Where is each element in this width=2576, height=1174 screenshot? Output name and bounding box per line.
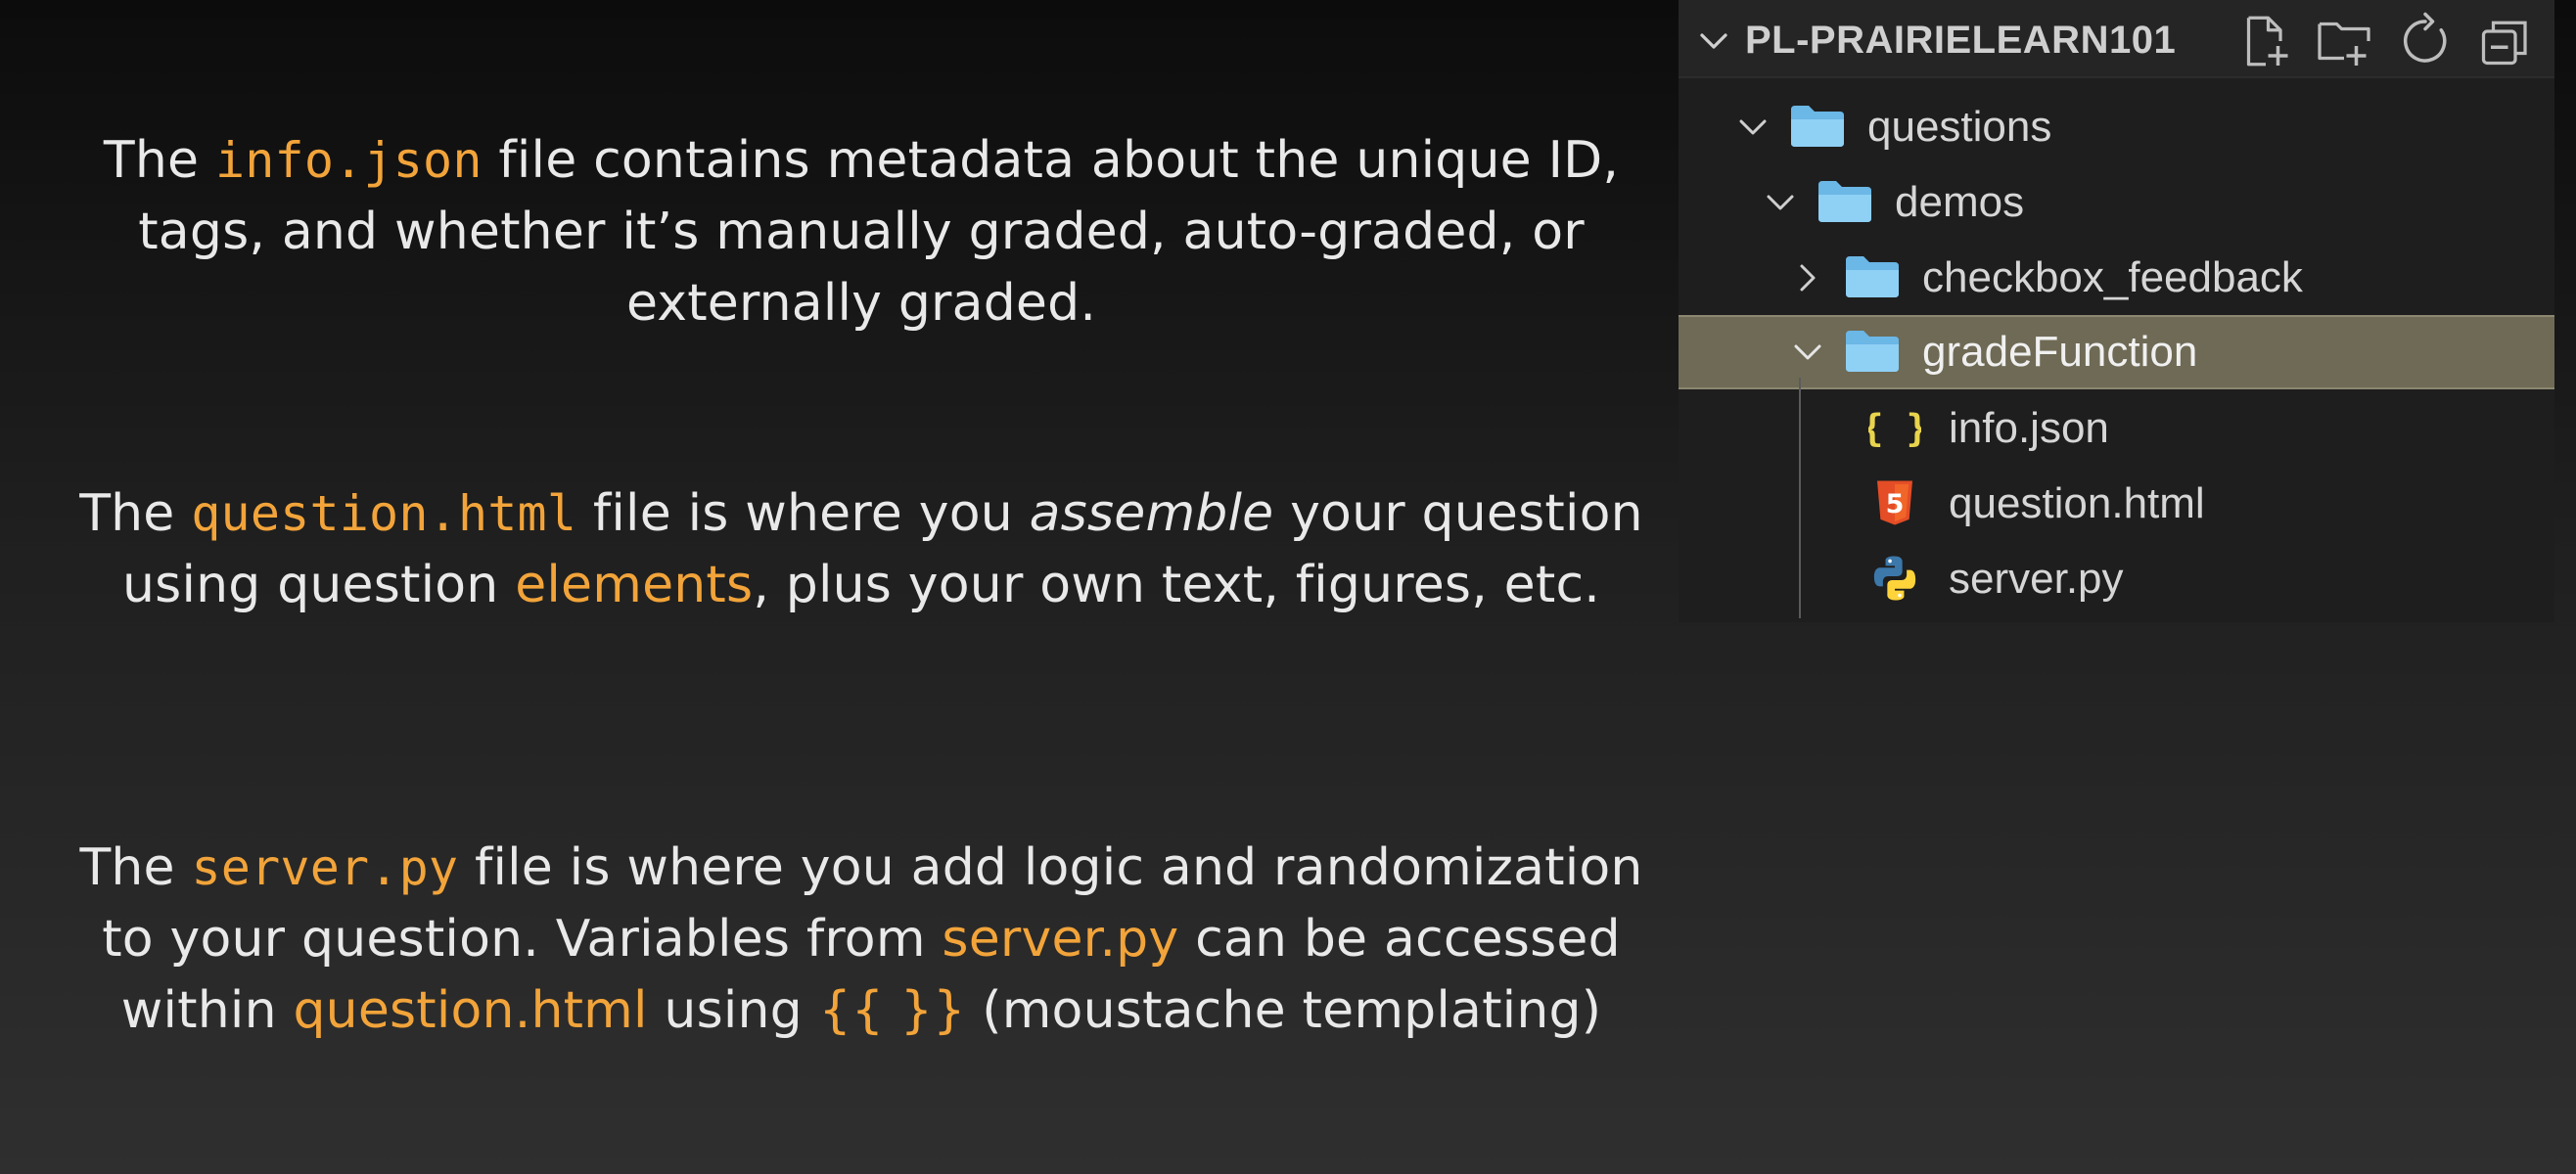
server-py-highlight: server.py <box>942 910 1179 969</box>
tree-item-label: server.py <box>1949 555 2124 603</box>
question-html-description: The question.html file is where you asse… <box>59 478 1664 621</box>
server-line-2: to your question. Variables from server.… <box>102 910 1621 969</box>
chevron-down-icon[interactable] <box>1763 185 1798 220</box>
python-file-icon <box>1873 556 1916 601</box>
server-py-code: server.py <box>191 839 459 896</box>
question-html-code: question.html <box>191 485 577 542</box>
info-json-description: The info.json file contains metadata abo… <box>59 125 1664 339</box>
folder-open-icon <box>1846 331 1899 372</box>
json-file-icon: { } <box>1868 407 1921 451</box>
new-folder-icon[interactable] <box>2315 12 2373 70</box>
svg-text:5: 5 <box>1886 489 1905 519</box>
assemble-emphasis: assemble <box>1029 484 1274 543</box>
question-line-2: using question elements, plus your own t… <box>122 556 1600 614</box>
tree-item-label: gradeFunction <box>1922 328 2198 376</box>
question-line-1: The question.html file is where you asse… <box>79 484 1643 543</box>
collapse-all-icon[interactable] <box>2476 12 2535 70</box>
file-explorer: PL-PRAIRIELEARN101 questions demos check… <box>1679 0 2554 622</box>
tree-item-label: demos <box>1895 178 2025 226</box>
info-line-2: tags, and whether it’s manually graded, … <box>138 203 1585 261</box>
server-line-1: The server.py file is where you add logi… <box>79 838 1643 897</box>
tree-item-label: questions <box>1867 103 2052 151</box>
workspace-title: PL-PRAIRIELEARN101 <box>1745 19 2177 62</box>
tree-item-gradefunction[interactable]: gradeFunction <box>1679 315 2554 389</box>
new-file-icon[interactable] <box>2236 12 2295 70</box>
folder-open-icon <box>1818 181 1871 222</box>
tree-item-label: question.html <box>1949 479 2205 527</box>
tree-item-server-py[interactable]: server.py <box>1679 542 2554 616</box>
tree-item-info-json[interactable]: { } info.json <box>1679 391 2554 466</box>
info-line-3: externally graded. <box>625 274 1097 333</box>
question-html-highlight: question.html <box>293 981 648 1040</box>
explorer-header[interactable]: PL-PRAIRIELEARN101 <box>1679 0 2554 78</box>
svg-text:{ }: { } <box>1868 407 1921 451</box>
info-line-1: The info.json file contains metadata abo… <box>103 131 1620 190</box>
html5-file-icon: 5 <box>1877 480 1912 525</box>
refresh-icon[interactable] <box>2396 12 2455 70</box>
chevron-down-icon[interactable] <box>1790 335 1825 370</box>
tree-item-question-html[interactable]: 5 question.html <box>1679 467 2554 541</box>
tree-item-demos[interactable]: demos <box>1679 165 2554 240</box>
server-line-3: within question.html using {{ }} (mousta… <box>120 981 1602 1040</box>
tree-item-checkbox-feedback[interactable]: checkbox_feedback <box>1679 241 2554 315</box>
elements-link[interactable]: elements <box>515 556 753 614</box>
chevron-down-icon[interactable] <box>1696 23 1731 59</box>
tree-item-questions[interactable]: questions <box>1679 90 2554 164</box>
info-json-code: info.json <box>214 132 483 189</box>
moustache-braces-highlight: {{ }} <box>818 981 966 1040</box>
tree-item-label: info.json <box>1949 404 2109 452</box>
folder-icon <box>1846 256 1899 297</box>
server-py-description: The server.py file is where you add logi… <box>59 833 1664 1047</box>
tree-item-label: checkbox_feedback <box>1922 253 2303 301</box>
chevron-down-icon[interactable] <box>1735 110 1771 145</box>
folder-open-icon <box>1791 106 1844 147</box>
chevron-right-icon[interactable] <box>1790 260 1825 295</box>
